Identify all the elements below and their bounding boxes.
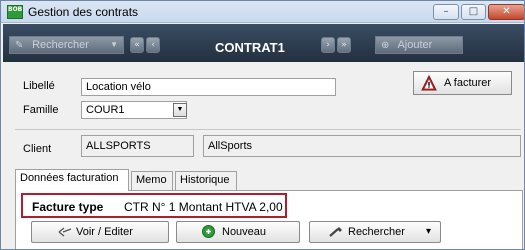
- chevron-down-icon[interactable]: ▾: [426, 222, 431, 242]
- chevron-down-icon: ▼: [110, 40, 118, 49]
- title-bar: BOB Gestion des contrats – □ ✕: [1, 1, 524, 23]
- view-edit-label: Voir / Editer: [76, 226, 133, 238]
- first-record-button[interactable]: «: [130, 37, 144, 53]
- new-button-label: Nouveau: [222, 226, 267, 238]
- next-record-button[interactable]: ›: [321, 37, 335, 53]
- famille-selected-value: COUR1: [86, 104, 125, 116]
- app-logo-icon: BOB: [7, 5, 23, 19]
- search-button-label: Rechercher: [32, 39, 89, 51]
- libelle-input[interactable]: Location vélo: [81, 78, 336, 96]
- invoice-type-label: Facture type: [32, 200, 104, 214]
- record-title: CONTRAT1: [215, 40, 285, 55]
- wand-icon: [329, 227, 342, 237]
- client-code-field[interactable]: ALLSPORTS: [81, 135, 194, 157]
- maximize-button[interactable]: □: [461, 4, 486, 20]
- famille-label: Famille: [23, 104, 59, 116]
- window-title: Gestion des contrats: [28, 5, 139, 19]
- to-invoice-button[interactable]: A facturer: [413, 71, 512, 95]
- invoice-type-value: CTR N° 1 Montant HTVA 2,00: [124, 200, 283, 214]
- client-label: Client: [23, 143, 52, 155]
- wand-icon: ✎: [15, 40, 24, 51]
- chevron-down-icon[interactable]: ▼: [173, 103, 187, 117]
- new-button[interactable]: Nouveau: [176, 221, 300, 243]
- famille-select[interactable]: COUR1: [81, 101, 187, 119]
- view-icon: [58, 227, 72, 237]
- previous-record-button[interactable]: ‹: [146, 37, 160, 53]
- search-button-label: Rechercher: [348, 226, 405, 238]
- add-icon: ⊕: [381, 40, 390, 51]
- contracts-window: BOB Gestion des contrats – □ ✕ ✎ Recherc…: [0, 0, 525, 250]
- tab-historique[interactable]: Historique: [175, 171, 237, 190]
- tab-memo[interactable]: Memo: [131, 171, 173, 190]
- client-name-field[interactable]: AllSports: [203, 135, 521, 157]
- tab-donnees-facturation[interactable]: Données facturation: [15, 169, 129, 191]
- record-navigation-bar: ✎ Rechercher ▼ « ‹ CONTRAT1 › » ⊕ Ajoute…: [3, 24, 524, 62]
- add-circle-icon: [202, 225, 215, 238]
- libelle-label: Libellé: [23, 80, 55, 92]
- add-button-label: Ajouter: [397, 39, 433, 51]
- view-edit-button[interactable]: Voir / Editer: [31, 221, 169, 243]
- search-dropdown-button[interactable]: ✎ Rechercher ▼: [9, 36, 124, 54]
- add-button[interactable]: ⊕ Ajouter: [375, 36, 463, 54]
- section-divider: [15, 129, 521, 130]
- search-button[interactable]: Rechercher ▾: [309, 221, 441, 243]
- last-record-button[interactable]: »: [337, 37, 351, 53]
- invoice-type-row: Facture type CTR N° 1 Montant HTVA 2,00: [21, 193, 287, 218]
- warning-icon: [421, 75, 437, 91]
- minimize-button[interactable]: –: [433, 4, 459, 20]
- close-button[interactable]: ✕: [488, 4, 524, 20]
- to-invoice-label: A facturer: [444, 77, 492, 89]
